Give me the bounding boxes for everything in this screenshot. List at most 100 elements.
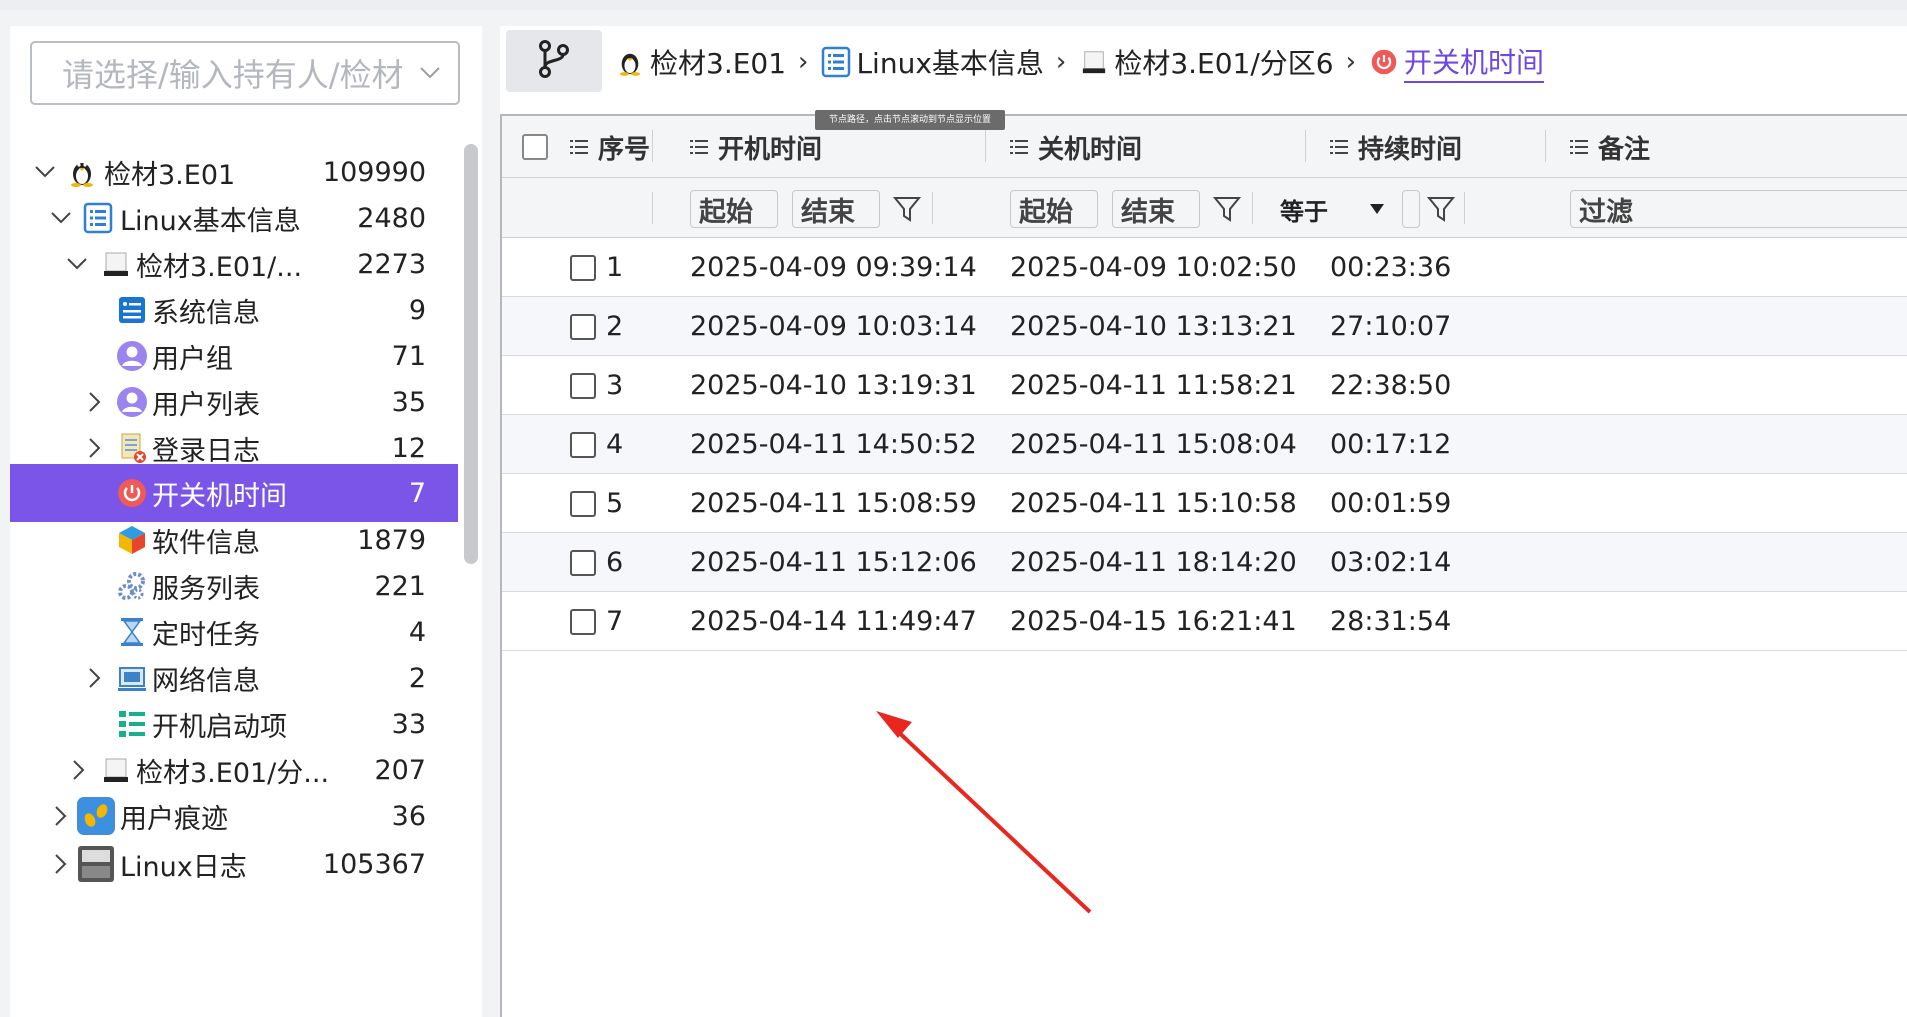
table-row[interactable]: 5 2025-04-11 15:08:59 2025-04-11 15:10:58 0… [502,474,1907,533]
disk-icon [98,246,134,282]
tree-node-label: 网络信息 [152,665,260,697]
tree-scrollbar[interactable] [464,144,478,564]
chevron-down-icon[interactable] [402,66,458,80]
table-row[interactable]: 7 2025-04-14 11:49:47 2025-04-15 16:21:41 2… [502,592,1907,651]
dropdown-arrow-icon[interactable] [1370,190,1384,228]
row-duration: 28:31:54 [1330,606,1452,637]
column-divider [1464,192,1465,224]
row-duration: 00:17:12 [1330,429,1452,460]
holder-selector[interactable]: 请选择/输入持有人/检材 [30,41,460,105]
node-path-button[interactable] [506,30,602,92]
tree-node-count: 12 [391,432,426,464]
table-row[interactable]: 6 2025-04-11 15:12:06 2025-04-11 18:14:20 0… [502,533,1907,592]
column-divider[interactable] [652,130,653,162]
tree-node-label: 开机启动项 [152,711,287,743]
row-shutdown-time: 2025-04-09 10:02:50 [1010,252,1297,283]
note-filter-input[interactable]: 过滤 [1570,190,1907,228]
chevron-right-icon[interactable] [84,667,106,689]
chevron-down-icon[interactable] [50,207,72,229]
chevron-right-icon[interactable] [68,759,90,781]
row-index: 6 [606,547,624,578]
boot-start-filter[interactable]: 起始 [690,190,778,228]
system-info-icon [114,292,150,328]
row-duration: 22:38:50 [1330,370,1452,401]
table-row[interactable]: 2 2025-04-09 10:03:14 2025-04-10 13:13:21 2… [502,297,1907,356]
row-checkbox[interactable] [570,490,596,517]
row-duration: 27:10:07 [1330,311,1452,342]
row-boot-time: 2025-04-11 14:50:52 [690,429,977,460]
tree-node-linux-logs[interactable]: Linux日志 105367 [10,836,458,892]
column-divider[interactable] [1305,130,1306,162]
row-checkbox-cell[interactable] [570,592,596,651]
chevron-right-icon[interactable] [84,391,106,413]
shutdown-end-filter[interactable]: 结束 [1112,190,1200,228]
row-duration: 00:23:36 [1330,252,1452,283]
holder-selector-placeholder: 请选择/输入持有人/检材 [62,56,402,94]
checkbox[interactable] [522,134,548,160]
table-row[interactable]: 1 2025-04-09 09:39:14 2025-04-09 10:02:50 0… [502,238,1907,297]
column-header-note[interactable]: 备注 [1570,116,1650,178]
left-panel: 请选择/输入持有人/检材 检材3.E01 109990 Linux基本信息 24… [10,26,482,1017]
login-log-icon [114,430,150,466]
row-checkbox[interactable] [570,608,596,635]
tree-node-count: 2273 [357,248,426,280]
row-shutdown-time: 2025-04-11 15:10:58 [1010,488,1297,519]
filter-icon[interactable] [1212,194,1242,224]
column-divider[interactable] [1545,130,1546,162]
shutdown-start-filter[interactable]: 起始 [1010,190,1098,228]
filter-icon[interactable] [1426,194,1456,224]
tree-node-count: 109990 [322,156,426,188]
breadcrumb-separator: › [1345,47,1357,77]
row-checkbox[interactable] [570,254,596,281]
row-checkbox-cell[interactable] [570,297,596,356]
breadcrumb-item[interactable]: Linux基本信息 [820,42,1044,82]
breadcrumb-separator: › [1055,47,1067,77]
user-group-icon [114,338,150,374]
breadcrumb-label: 开关机时间 [1404,41,1545,83]
row-checkbox-cell[interactable] [570,533,596,592]
column-divider[interactable] [985,130,986,162]
row-checkbox-cell[interactable] [570,474,596,533]
row-checkbox[interactable] [570,313,596,340]
row-shutdown-time: 2025-04-10 13:13:21 [1010,311,1297,342]
row-checkbox[interactable] [570,372,596,399]
column-header-index[interactable]: 序号 [570,116,650,178]
tree-node-label: 用户组 [152,343,233,375]
breadcrumb-label: 检材3.E01 [650,47,787,80]
chevron-right-icon[interactable] [84,437,106,459]
row-index: 7 [606,606,624,637]
chevron-down-icon[interactable] [66,253,88,275]
column-header-duration[interactable]: 持续时间 [1330,116,1462,178]
row-checkbox[interactable] [570,431,596,458]
row-checkbox[interactable] [570,549,596,576]
row-checkbox-cell[interactable] [570,356,596,415]
breadcrumb-item-current[interactable]: 开关机时间 [1368,41,1545,83]
duration-value-input[interactable] [1402,190,1420,228]
row-shutdown-time: 2025-04-15 16:21:41 [1010,606,1297,637]
right-panel: 检材3.E01 › Linux基本信息 › 检材3.E01/分区6 › 开关机时… [500,26,1907,1017]
row-index: 3 [606,370,624,401]
chevron-right-icon[interactable] [50,805,72,827]
boot-end-filter[interactable]: 结束 [792,190,880,228]
breadcrumb-item[interactable]: 检材3.E01 [614,42,786,82]
tree-node-label: 检材3.E01/... [136,251,303,283]
column-header-boot-time[interactable]: 开机时间 [690,116,822,178]
breadcrumb-separator: › [798,47,809,77]
column-header-shutdown-time[interactable]: 关机时间 [1010,116,1142,178]
table-row[interactable]: 4 2025-04-11 14:50:52 2025-04-11 15:08:04 0… [502,415,1907,474]
select-all-checkbox[interactable] [522,116,548,178]
tree-node-count: 4 [408,616,426,648]
filter-icon[interactable] [892,194,922,224]
column-menu-icon[interactable] [1570,132,1588,162]
column-menu-icon[interactable] [1010,132,1028,162]
chevron-right-icon[interactable] [50,853,72,875]
column-menu-icon[interactable] [570,132,588,162]
tree-node-count: 33 [391,708,426,740]
row-checkbox-cell[interactable] [570,238,596,297]
chevron-down-icon[interactable] [34,161,56,183]
column-menu-icon[interactable] [690,132,708,162]
breadcrumb-item[interactable]: 检材3.E01/分区6 [1078,42,1334,82]
row-checkbox-cell[interactable] [570,415,596,474]
column-menu-icon[interactable] [1330,132,1348,162]
table-row[interactable]: 3 2025-04-10 13:19:31 2025-04-11 11:58:21 2… [502,356,1907,415]
